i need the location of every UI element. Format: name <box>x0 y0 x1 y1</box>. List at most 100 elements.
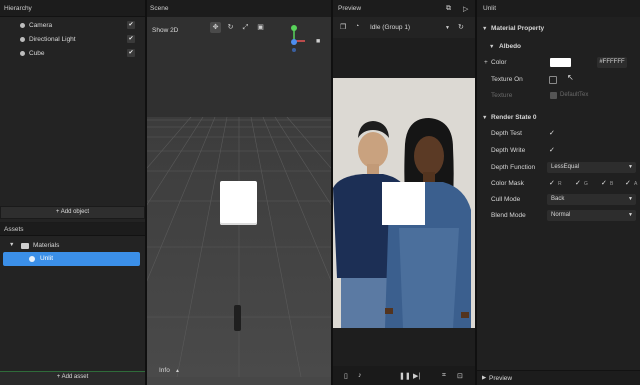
rect-tool-icon[interactable]: ▣ <box>255 22 266 33</box>
play-icon[interactable]: ▷ <box>463 5 468 13</box>
history-icon[interactable]: ◔ <box>355 23 359 30</box>
field-label: Cull Mode <box>491 196 521 203</box>
folder-icon <box>21 243 29 249</box>
preview-header: Preview ⧉ ▷ <box>333 0 475 17</box>
texture-row: Texture DefaultTex <box>477 89 640 103</box>
add-asset-button[interactable]: + Add asset <box>0 372 145 385</box>
material-property-section[interactable]: ▼ Material Property <box>477 22 640 36</box>
add-object-button[interactable]: + Add object <box>0 206 145 219</box>
channel-label: R <box>558 181 562 187</box>
select-value: LessEqual <box>551 164 580 170</box>
hierarchy-item-cube[interactable]: Cube ✔ <box>0 47 145 61</box>
albedo-section[interactable]: ▼ Albedo <box>477 40 640 54</box>
plus-icon: + <box>484 59 488 66</box>
color-mask-channel-r[interactable]: ✓ R <box>547 178 567 189</box>
depth-write-checkbox[interactable]: ✓ <box>549 146 555 154</box>
scene-figure[interactable] <box>234 305 241 331</box>
asset-folder-materials[interactable]: ▼ Materials <box>0 240 145 252</box>
select-value: Normal <box>551 212 571 218</box>
hierarchy-item-label: Cube <box>29 50 45 57</box>
color-mask-channel-b[interactable]: ✓ B <box>599 178 619 189</box>
hierarchy-item-directional-light[interactable]: Directional Light ✔ <box>0 33 145 47</box>
object-icon <box>20 37 25 42</box>
cull-mode-select[interactable]: Back ▼ <box>547 194 636 205</box>
open-external-icon[interactable]: ⧉ <box>446 5 451 13</box>
color-mask-channel-a[interactable]: ✓ A <box>624 178 640 189</box>
rotate-tool-icon[interactable]: ↻ <box>225 22 236 33</box>
visibility-checkbox[interactable]: ✔ <box>127 35 135 43</box>
capture-icon[interactable]: ⊡ <box>457 372 463 380</box>
channel-label: A <box>634 181 638 187</box>
depth-function-select[interactable]: LessEqual ▼ <box>547 162 636 173</box>
info-label[interactable]: Info <box>159 367 170 374</box>
color-swatch[interactable] <box>550 58 571 67</box>
inspector-header: Unlit <box>477 0 640 17</box>
asset-item-unlit[interactable]: Unlit <box>3 252 140 266</box>
chevron-down-icon: ▼ <box>628 196 633 202</box>
phone-icon[interactable]: ▯ <box>344 372 348 380</box>
blend-mode-select[interactable]: Normal ▼ <box>547 210 636 221</box>
field-label: Blend Mode <box>491 212 526 219</box>
hierarchy-header: Hierarchy <box>0 0 145 17</box>
assets-panel: Assets ▼ Materials Unlit + Add asset <box>0 223 145 385</box>
scene-grid <box>147 117 331 377</box>
section-title: Albedo <box>499 43 522 50</box>
scene-header: Scene <box>147 0 331 17</box>
layers-icon[interactable]: ❐ <box>340 23 346 31</box>
hierarchy-item-label: Directional Light <box>29 36 76 43</box>
field-label: Texture On <box>491 76 523 83</box>
check-icon: ✓ <box>601 180 607 187</box>
color-mask-channel-g[interactable]: ✓ G <box>573 178 593 189</box>
texture-on-row: Texture On ↖ <box>477 73 640 87</box>
field-label: Depth Function <box>491 164 536 171</box>
show-2d-toggle[interactable]: Show 2D <box>152 27 178 34</box>
move-tool-icon[interactable]: ✥ <box>210 22 221 33</box>
animation-select[interactable]: Idle (Group 1) <box>370 24 410 31</box>
field-label: Texture <box>491 92 513 99</box>
step-forward-icon[interactable]: ▶| <box>413 372 420 380</box>
scale-tool-icon[interactable]: ⤢ <box>240 22 251 33</box>
field-label: Color Mask <box>491 180 524 187</box>
axis-gizmo[interactable] <box>284 23 328 57</box>
chevron-down-icon: ▼ <box>482 26 488 32</box>
select-value: Back <box>551 196 565 202</box>
scene-title: Scene <box>150 5 169 12</box>
chevron-down-icon: ▼ <box>628 212 633 218</box>
refresh-icon[interactable]: ↻ <box>458 23 464 31</box>
texture-value[interactable]: DefaultTex <box>560 92 588 98</box>
visibility-checkbox[interactable]: ✔ <box>127 49 135 57</box>
pause-icon[interactable]: ❚❚ <box>399 372 411 380</box>
crop-icon[interactable]: ⌗ <box>442 372 446 380</box>
color-hex-field[interactable]: #FFFFFF <box>597 57 627 68</box>
render-state-section[interactable]: ▼ Render State 0 <box>477 111 640 125</box>
hierarchy-item-camera[interactable]: Camera ✔ <box>0 19 145 33</box>
chevron-right-icon: ▶ <box>482 375 487 381</box>
depth-test-row: Depth Test ✓ <box>477 127 640 141</box>
field-label: Depth Test <box>491 130 522 137</box>
chevron-down-icon: ▼ <box>482 115 488 121</box>
preview-title: Preview <box>338 5 362 12</box>
tiktok-icon[interactable]: ♪ <box>358 372 362 379</box>
scene-panel: Scene Show 2D ✥ ↻ ⤢ ▣ ■ Info ▲ <box>147 0 331 385</box>
channel-label: G <box>584 181 588 187</box>
section-title: Material Property <box>491 25 545 32</box>
camera-icon[interactable]: ■ <box>316 38 320 45</box>
preview-controls: ▯ ♪ ❚❚ ▶| ⌗ ⊡ <box>333 366 475 385</box>
inspector-title: Unlit <box>483 5 497 12</box>
object-icon <box>20 51 25 56</box>
chevron-down-icon: ▼ <box>445 25 450 31</box>
check-icon: ✓ <box>549 180 555 187</box>
inspector-preview-footer[interactable]: ▶ Preview <box>477 370 640 385</box>
visibility-checkbox[interactable]: ✔ <box>127 21 135 29</box>
cursor-icon: ↖ <box>567 73 574 82</box>
texture-on-checkbox[interactable] <box>549 76 557 84</box>
asset-item-label: Unlit <box>40 255 54 262</box>
color-row: + Color #FFFFFF <box>477 56 640 70</box>
depth-write-row: Depth Write ✓ <box>477 144 640 158</box>
field-label: Color <box>491 59 507 66</box>
depth-test-checkbox[interactable]: ✓ <box>549 129 555 137</box>
section-title: Render State 0 <box>491 114 537 121</box>
hierarchy-title: Hierarchy <box>4 5 32 12</box>
scene-cube[interactable] <box>220 181 257 225</box>
texture-thumb-icon <box>550 92 557 99</box>
